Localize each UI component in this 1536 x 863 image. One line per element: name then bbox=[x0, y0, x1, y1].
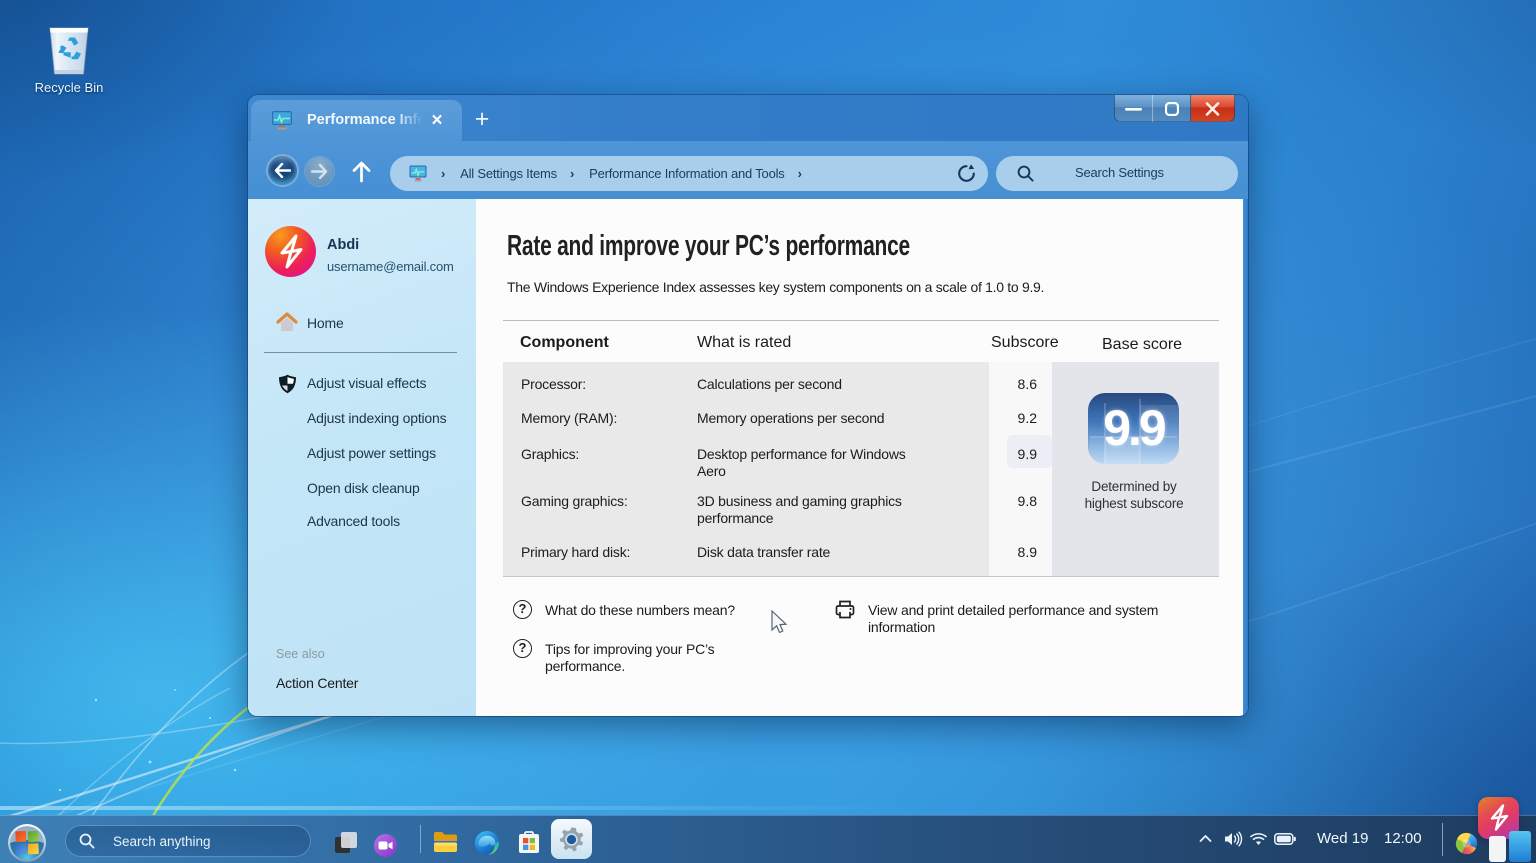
svg-text:9.9: 9.9 bbox=[1103, 400, 1165, 456]
